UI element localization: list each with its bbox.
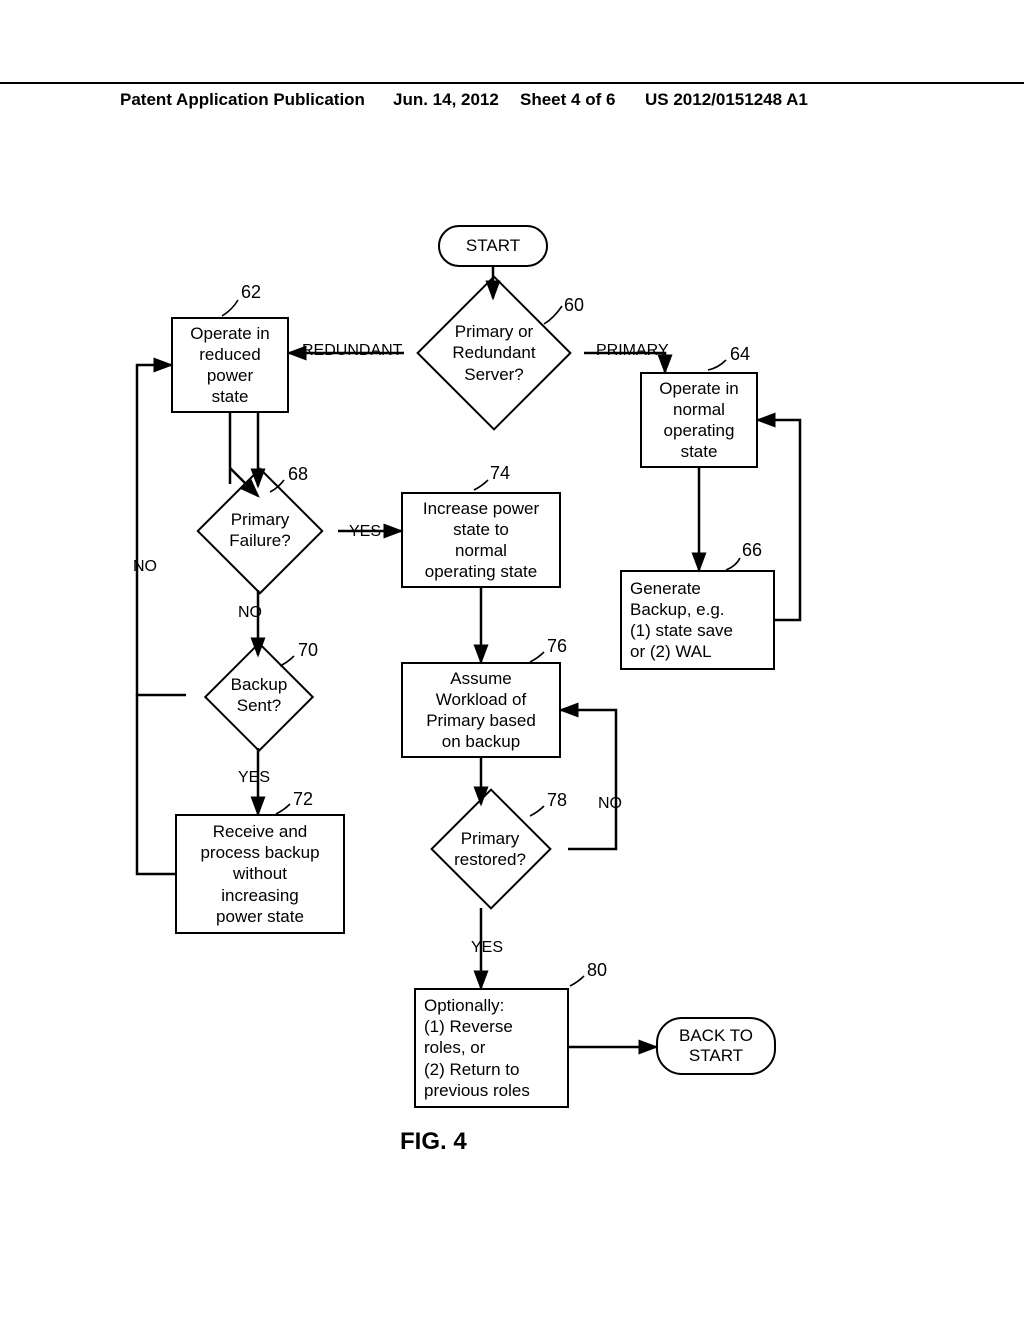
edge-label-yes-68: YES — [349, 523, 381, 541]
ref-64: 64 — [730, 344, 750, 365]
process-reduced-power: Operate in reduced power state — [171, 317, 289, 413]
ref-70: 70 — [298, 640, 318, 661]
ref-74: 74 — [490, 463, 510, 484]
process-optionally: Optionally: (1) Reverse roles, or (2) Re… — [414, 988, 569, 1108]
ref-76: 76 — [547, 636, 567, 657]
ref-80: 80 — [587, 960, 607, 981]
decision-68-text: Primary Failure? — [180, 470, 340, 590]
process-normal-operating: Operate in normal operating state — [640, 372, 758, 468]
terminator-start: START — [438, 225, 548, 267]
decision-78-text: Primary restored? — [410, 790, 570, 908]
process-receive-process-backup: Receive and process backup without incre… — [175, 814, 345, 934]
ref-60: 60 — [564, 295, 584, 316]
decision-primary-restored: Primary restored? — [410, 790, 570, 908]
ref-66: 66 — [742, 540, 762, 561]
flowchart-arrows — [0, 0, 1024, 1320]
edge-label-yes-78: YES — [471, 939, 503, 957]
ref-78: 78 — [547, 790, 567, 811]
edge-label-no-78: NO — [598, 795, 622, 813]
figure-caption: FIG. 4 — [400, 1128, 467, 1156]
process-generate-backup: Generate Backup, e.g. (1) state save or … — [620, 570, 775, 670]
decision-primary-failure: Primary Failure? — [180, 470, 340, 590]
ref-68: 68 — [288, 464, 308, 485]
edge-label-yes-70: YES — [238, 769, 270, 787]
flowchart-canvas: START Primary or Redundant Server? Opera… — [0, 0, 1024, 1320]
terminator-backstart: BACK TO START — [656, 1017, 776, 1075]
decision-primary-or-redundant: Primary or Redundant Server? — [402, 291, 586, 415]
process-assume-workload: Assume Workload of Primary based on back… — [401, 662, 561, 758]
edge-label-no-70: NO — [133, 558, 157, 576]
decision-60-text: Primary or Redundant Server? — [402, 291, 586, 415]
ref-72: 72 — [293, 789, 313, 810]
edge-label-no-68: NO — [238, 604, 262, 622]
ref-62: 62 — [241, 282, 261, 303]
edge-label-redundant: REDUNDANT — [302, 342, 402, 360]
process-increase-power: Increase power state to normal operating… — [401, 492, 561, 588]
edge-label-primary: PRIMARY — [596, 342, 669, 360]
